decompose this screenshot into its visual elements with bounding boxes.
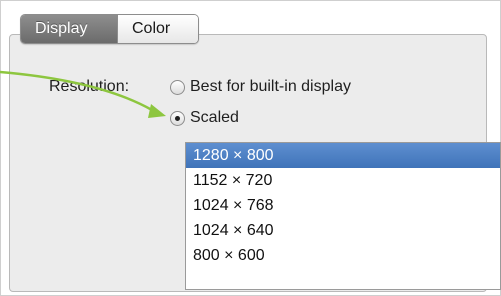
tab-color[interactable]: Color [117,15,198,43]
annotation-arrow-icon [0,70,166,118]
segmented-tabs: Display Color [20,14,199,44]
tab-display[interactable]: Display [21,15,117,43]
